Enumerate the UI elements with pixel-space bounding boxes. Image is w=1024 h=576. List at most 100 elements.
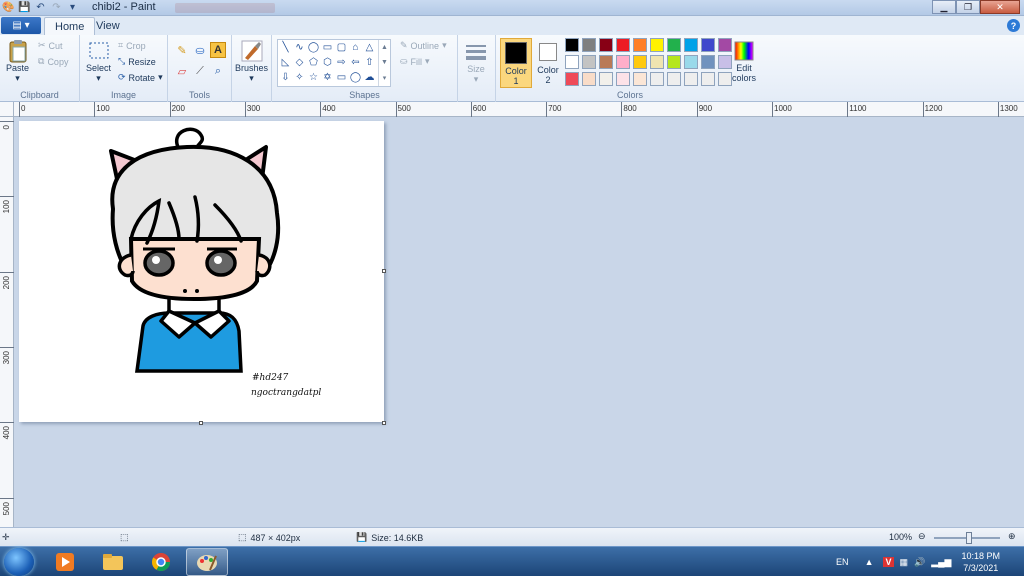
file-explorer-icon[interactable] bbox=[92, 548, 134, 576]
palette-swatch[interactable] bbox=[633, 72, 647, 86]
chrome-icon[interactable] bbox=[140, 548, 182, 576]
zoom-slider-thumb[interactable] bbox=[966, 532, 972, 544]
cloud-callout-shape-icon[interactable]: ☁ bbox=[363, 71, 376, 83]
show-hidden-icons[interactable]: ▲ bbox=[865, 557, 874, 567]
rect-callout-shape-icon[interactable]: ▭ bbox=[335, 71, 348, 83]
palette-swatch[interactable] bbox=[565, 55, 579, 69]
paint-taskbar-icon[interactable] bbox=[186, 548, 228, 576]
palette-swatch[interactable] bbox=[684, 38, 698, 52]
brushes-button[interactable]: Brushes ▾ bbox=[235, 39, 268, 84]
palette-swatch[interactable] bbox=[701, 72, 715, 86]
palette-swatch[interactable] bbox=[599, 38, 613, 52]
paint-app-icon[interactable]: 🎨 bbox=[2, 1, 15, 14]
palette-swatch[interactable] bbox=[667, 55, 681, 69]
drawing-canvas[interactable]: #hd247 ngoctrangdatpl bbox=[19, 121, 384, 422]
palette-swatch[interactable] bbox=[599, 55, 613, 69]
crop-button[interactable]: ⌗ Crop bbox=[118, 40, 146, 51]
palette-swatch[interactable] bbox=[565, 72, 579, 86]
oval-callout-shape-icon[interactable]: ◯ bbox=[349, 71, 362, 83]
text-tool-icon[interactable]: A bbox=[210, 42, 226, 58]
minimize-button[interactable]: ▁ bbox=[932, 0, 956, 14]
polygon-shape-icon[interactable]: ⌂ bbox=[349, 41, 362, 53]
network-icon[interactable]: ▂▄▆ bbox=[931, 557, 951, 568]
rotate-button[interactable]: ⟳ Rotate ▾ bbox=[118, 72, 163, 83]
palette-swatch[interactable] bbox=[582, 55, 596, 69]
color1-button[interactable]: Color 1 bbox=[500, 38, 532, 88]
pencil-icon[interactable]: ✎ bbox=[174, 42, 190, 58]
zoom-slider[interactable] bbox=[934, 532, 1000, 544]
right-triangle-shape-icon[interactable]: ◺ bbox=[279, 56, 292, 68]
palette-swatch[interactable] bbox=[667, 72, 681, 86]
zoom-out-button[interactable]: ⊖ bbox=[918, 531, 926, 542]
antivirus-icon[interactable]: V bbox=[883, 557, 894, 567]
restore-button[interactable]: ❐ bbox=[956, 0, 980, 14]
select-button[interactable]: Select ▾ bbox=[86, 39, 111, 84]
customize-qat-icon[interactable]: ▾ bbox=[66, 1, 79, 14]
palette-swatch[interactable] bbox=[599, 72, 613, 86]
size-button[interactable]: Size ▾ bbox=[465, 40, 487, 85]
palette-swatch[interactable] bbox=[667, 38, 681, 52]
resize-handle-bottom[interactable] bbox=[199, 421, 203, 425]
fill-button[interactable]: ⛀ Fill ▾ bbox=[400, 56, 430, 67]
eraser-icon[interactable]: ▱ bbox=[174, 63, 190, 79]
palette-swatch[interactable] bbox=[684, 55, 698, 69]
palette-swatch[interactable] bbox=[650, 72, 664, 86]
resize-button[interactable]: ⤡ Resize bbox=[118, 56, 156, 67]
palette-swatch[interactable] bbox=[701, 55, 715, 69]
paste-button[interactable]: Paste ▾ bbox=[6, 39, 29, 84]
palette-swatch[interactable] bbox=[582, 38, 596, 52]
palette-swatch[interactable] bbox=[616, 55, 630, 69]
palette-swatch[interactable] bbox=[684, 72, 698, 86]
magnifier-icon[interactable]: ⌕ bbox=[210, 63, 226, 79]
triangle-shape-icon[interactable]: △ bbox=[363, 41, 376, 53]
clock[interactable]: 10:18 PM 7/3/2021 bbox=[961, 550, 1000, 574]
device-icon[interactable]: ▦ bbox=[900, 557, 909, 568]
fill-bucket-icon[interactable]: ⛀ bbox=[192, 42, 208, 58]
palette-swatch[interactable] bbox=[565, 38, 579, 52]
close-button[interactable]: ✕ bbox=[980, 0, 1020, 14]
diamond-shape-icon[interactable]: ◇ bbox=[293, 56, 306, 68]
redo-icon[interactable]: ↷ bbox=[50, 1, 63, 14]
line-shape-icon[interactable]: ╲ bbox=[279, 41, 292, 53]
palette-swatch[interactable] bbox=[718, 72, 732, 86]
palette-swatch[interactable] bbox=[650, 38, 664, 52]
left-arrow-shape-icon[interactable]: ⇦ bbox=[349, 56, 362, 68]
hexagon-shape-icon[interactable]: ⬡ bbox=[321, 56, 334, 68]
palette-swatch[interactable] bbox=[616, 72, 630, 86]
start-button[interactable] bbox=[4, 548, 34, 576]
zoom-in-button[interactable]: ⊕ bbox=[1008, 531, 1016, 542]
palette-swatch[interactable] bbox=[582, 72, 596, 86]
tab-view[interactable]: View bbox=[86, 17, 130, 35]
five-point-star-shape-icon[interactable]: ☆ bbox=[307, 71, 320, 83]
resize-handle-right[interactable] bbox=[382, 269, 386, 273]
rounded-rectangle-shape-icon[interactable]: ▢ bbox=[335, 41, 348, 53]
language-indicator[interactable]: EN bbox=[836, 557, 849, 567]
four-point-star-shape-icon[interactable]: ✧ bbox=[293, 71, 306, 83]
curve-shape-icon[interactable]: ∿ bbox=[293, 41, 306, 53]
resize-handle-corner[interactable] bbox=[382, 421, 386, 425]
palette-swatch[interactable] bbox=[616, 38, 630, 52]
shapes-scroll[interactable]: ▲ ▼ ▾ bbox=[378, 40, 390, 86]
palette-swatch[interactable] bbox=[650, 55, 664, 69]
color-picker-icon[interactable]: ⟋ bbox=[192, 63, 208, 79]
outline-button[interactable]: ✎ Outline ▾ bbox=[400, 40, 447, 51]
canvas-workspace[interactable]: #hd247 ngoctrangdatpl bbox=[14, 117, 1024, 527]
color2-button[interactable]: Color 2 bbox=[534, 38, 562, 88]
help-icon[interactable]: ? bbox=[1007, 19, 1020, 32]
down-arrow-shape-icon[interactable]: ⇩ bbox=[279, 71, 292, 83]
palette-swatch[interactable] bbox=[718, 55, 732, 69]
right-arrow-shape-icon[interactable]: ⇨ bbox=[335, 56, 348, 68]
copy-button[interactable]: ⧉ Copy bbox=[38, 56, 68, 67]
palette-swatch[interactable] bbox=[633, 38, 647, 52]
volume-icon[interactable]: 🔊 bbox=[914, 557, 925, 568]
palette-swatch[interactable] bbox=[718, 38, 732, 52]
pentagon-shape-icon[interactable]: ⬠ bbox=[307, 56, 320, 68]
cut-button[interactable]: ✂ Cut bbox=[38, 40, 63, 51]
up-arrow-shape-icon[interactable]: ⇧ bbox=[363, 56, 376, 68]
palette-swatch[interactable] bbox=[633, 55, 647, 69]
media-player-icon[interactable] bbox=[44, 548, 86, 576]
paint-menu-button[interactable]: ▤ ▾ bbox=[1, 17, 41, 34]
oval-shape-icon[interactable]: ◯ bbox=[307, 41, 320, 53]
undo-icon[interactable]: ↶ bbox=[34, 1, 47, 14]
rectangle-shape-icon[interactable]: ▭ bbox=[321, 41, 334, 53]
